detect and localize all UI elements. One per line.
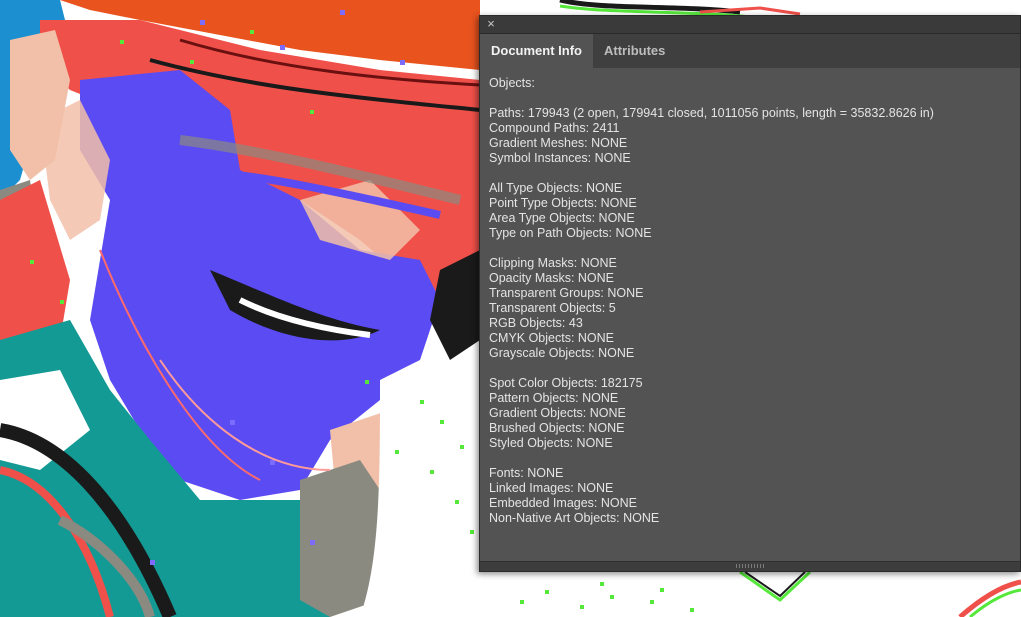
info-spacer: [489, 451, 1014, 466]
panel-resize-handle[interactable]: [480, 561, 1020, 571]
info-line: CMYK Objects: NONE: [489, 331, 615, 345]
info-line: Transparent Groups: NONE: [489, 286, 644, 300]
info-spacer: [489, 166, 1014, 181]
info-line: Point Type Objects: NONE: [489, 196, 637, 210]
info-line: Gradient Objects: NONE: [489, 406, 626, 420]
panel-title-bar[interactable]: ×: [480, 16, 1020, 34]
tab-attributes[interactable]: Attributes: [593, 34, 676, 68]
close-icon[interactable]: ×: [485, 16, 497, 32]
info-line: Embedded Images: NONE: [489, 496, 637, 510]
info-line: Area Type Objects: NONE: [489, 211, 635, 225]
info-line: Transparent Objects: 5: [489, 301, 616, 315]
info-spacer: [489, 91, 1014, 106]
info-line: Objects:: [489, 76, 535, 90]
info-line: Type on Path Objects: NONE: [489, 226, 652, 240]
info-line: Opacity Masks: NONE: [489, 271, 615, 285]
info-line: Symbol Instances: NONE: [489, 151, 631, 165]
info-spacer: [489, 241, 1014, 256]
info-line: Styled Objects: NONE: [489, 436, 613, 450]
info-line: Non-Native Art Objects: NONE: [489, 511, 660, 525]
tab-document-info[interactable]: Document Info: [480, 34, 593, 68]
info-spacer: [489, 361, 1014, 376]
info-line: Spot Color Objects: 182175: [489, 376, 643, 390]
info-line: RGB Objects: 43: [489, 316, 583, 330]
info-line: Clipping Masks: NONE: [489, 256, 617, 270]
info-line: Gradient Meshes: NONE: [489, 136, 628, 150]
info-line: Fonts: NONE: [489, 466, 564, 480]
illustrator-workspace: × Document Info Attributes Objects: Paths…: [0, 0, 1021, 617]
info-line: Brushed Objects: NONE: [489, 421, 625, 435]
document-info-content: Objects: Paths: 179943 (2 open, 179941 cl…: [489, 76, 1014, 557]
panel-tab-bar: Document Info Attributes: [480, 34, 1020, 68]
info-line: Compound Paths: 2411: [489, 121, 620, 135]
info-line: Grayscale Objects: NONE: [489, 346, 635, 360]
info-line: All Type Objects: NONE: [489, 181, 623, 195]
info-line: Paths: 179943 (2 open, 179941 closed, 10…: [489, 106, 934, 120]
document-info-panel[interactable]: × Document Info Attributes Objects: Paths…: [479, 15, 1021, 572]
info-line: Pattern Objects: NONE: [489, 391, 619, 405]
info-line: Linked Images: NONE: [489, 481, 614, 495]
grip-icon: [736, 564, 764, 568]
